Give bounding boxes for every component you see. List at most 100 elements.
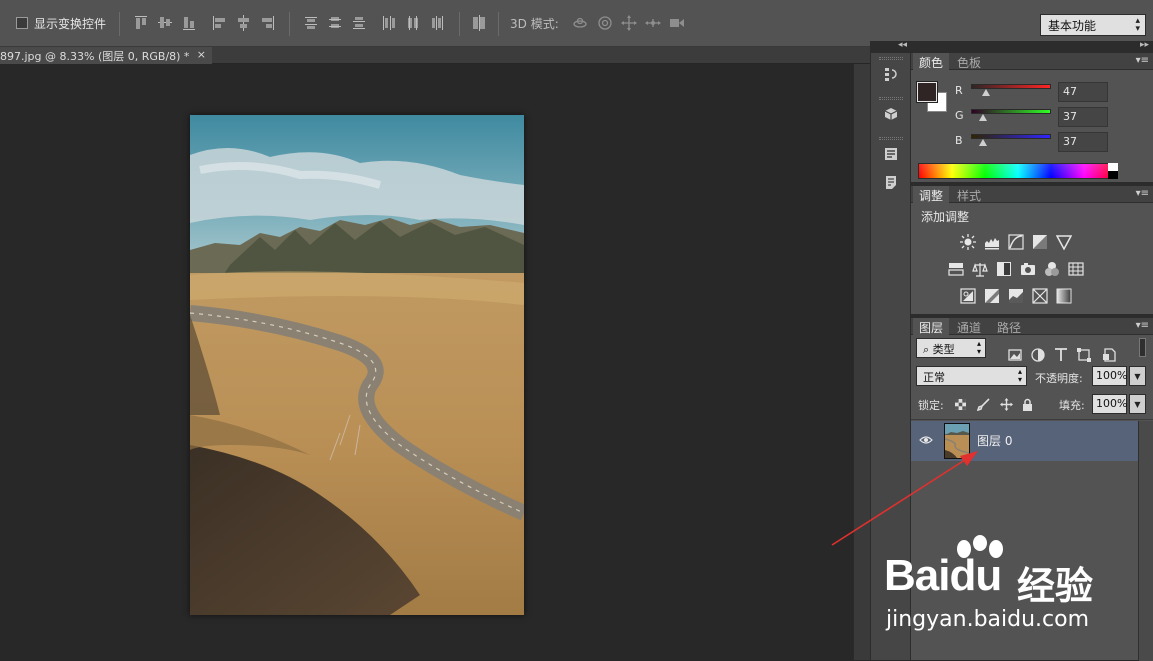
selective-color-icon[interactable] [1031,287,1049,305]
exposure-icon[interactable] [1031,233,1049,251]
black-white-swatch[interactable] [1108,163,1118,179]
close-tab-icon[interactable]: × [197,48,206,61]
collapse-panels-icon[interactable]: ◂◂ [898,40,907,50]
distribute-top-edges-icon[interactable] [303,14,319,32]
notes-icon[interactable] [875,168,907,196]
distribute-bottom-edges-icon[interactable] [351,14,367,32]
tab-layers[interactable]: 图层 [913,318,950,335]
separator [289,12,290,36]
curves-icon[interactable] [1007,233,1025,251]
distribute-right-edges-icon[interactable] [429,14,445,32]
tab-channels[interactable]: 通道 [951,318,987,335]
tab-color[interactable]: 颜色 [913,53,950,70]
invert-icon[interactable] [959,287,977,305]
distribute-horizontal-centers-icon[interactable] [405,14,421,32]
fill-label: 填充: [1059,399,1085,412]
opacity-dropdown-arrow-icon[interactable]: ▼ [1129,366,1146,386]
align-top-edges-icon[interactable] [133,14,149,32]
opacity-field[interactable]: 100% [1092,366,1127,386]
color-spectrum-ramp[interactable] [918,163,1118,179]
lock-image-pixels-icon[interactable] [976,398,990,412]
red-slider-thumb[interactable] [981,89,990,96]
3d-scale-video-icon[interactable] [669,14,685,32]
3d-roll-icon[interactable] [597,14,613,32]
black-white-icon[interactable] [995,260,1013,278]
align-right-edges-icon[interactable] [259,14,275,32]
blue-slider-thumb[interactable] [978,139,987,146]
foreground-color-swatch[interactable] [917,82,937,102]
canvas-vertical-scrollbar[interactable] [853,64,870,660]
color-panel-menu-icon[interactable]: ▾≡ [1136,55,1149,66]
adjustments-panel-menu-icon[interactable]: ▾≡ [1136,188,1149,199]
options-bar: 显示变换控件 3D 模式: 基本功能 ▴ ▾ [0,0,1153,47]
auto-align-layers-icon[interactable] [471,14,487,32]
type-layer-filter-icon[interactable] [1053,347,1069,363]
color-lookup-icon[interactable] [1067,260,1085,278]
tab-adjustments[interactable]: 调整 [913,186,950,203]
pixel-layer-filter-icon[interactable] [1007,347,1023,363]
align-vertical-centers-icon[interactable] [157,14,173,32]
opacity-label: 不透明度: [1035,372,1083,385]
distribute-vertical-centers-icon[interactable] [327,14,343,32]
align-left-edges-icon[interactable] [211,14,227,32]
fill-field[interactable]: 100% [1092,394,1127,414]
blue-value-field[interactable]: 37 [1058,132,1108,152]
align-bottom-edges-icon[interactable] [181,14,197,32]
adjustments-panel-tabs: 调整 样式 ▾≡ [911,186,1153,203]
properties-icon[interactable] [875,140,907,168]
color-balance-icon[interactable] [971,260,989,278]
lock-label: 锁定: [918,399,944,412]
vibrance-icon[interactable] [1055,233,1073,251]
layer-thumbnail[interactable] [944,423,970,459]
shape-layer-filter-icon[interactable] [1076,347,1092,363]
separator [498,12,499,36]
visibility-eye-icon[interactable] [919,434,933,446]
brightness-contrast-icon[interactable] [959,233,977,251]
3d-slide-icon[interactable] [645,14,661,32]
posterize-icon[interactable] [983,287,1001,305]
lock-position-icon[interactable] [1000,398,1013,411]
blue-label: B [955,134,963,147]
lock-transparent-pixels-icon[interactable] [954,398,967,411]
layers-panel-menu-icon[interactable]: ▾≡ [1136,320,1149,331]
channel-mixer-icon[interactable] [1043,260,1061,278]
levels-icon[interactable] [983,233,1001,251]
align-horizontal-centers-icon[interactable] [235,14,251,32]
red-label: R [955,84,963,97]
threshold-icon[interactable] [1007,287,1025,305]
fill-dropdown-arrow-icon[interactable]: ▼ [1129,394,1146,414]
lock-all-icon[interactable] [1021,398,1034,411]
layers-scrollbar[interactable] [1138,421,1153,661]
distribute-left-edges-icon[interactable] [381,14,397,32]
document-image[interactable] [190,115,524,615]
expand-panels-icon[interactable]: ▸▸ [1140,40,1149,50]
show-transform-controls-checkbox[interactable] [16,17,28,29]
adjustment-layer-filter-icon[interactable] [1030,347,1046,363]
red-value-field[interactable]: 47 [1058,82,1108,102]
filter-toggle-switch[interactable] [1139,338,1146,357]
green-slider-thumb[interactable] [978,114,987,121]
smart-object-filter-icon[interactable] [1101,347,1117,363]
history-icon[interactable] [875,60,907,88]
3d-pan-icon[interactable] [621,14,637,32]
panel-dock-header[interactable]: ▸▸ [911,40,1153,53]
layer-row[interactable]: 图层 0 [911,421,1138,461]
strip-header[interactable]: ◂◂ [870,40,911,53]
document-tab[interactable]: 897.jpg @ 8.33% (图层 0, RGB/8) * × [0,47,212,64]
tab-swatches[interactable]: 色板 [951,53,987,70]
layer-name[interactable]: 图层 0 [977,432,1012,449]
color-panel-tabs: 颜色 色板 ▾≡ [911,53,1153,70]
tab-paths[interactable]: 路径 [991,318,1027,335]
hue-saturation-icon[interactable] [947,260,965,278]
3d-rotate-icon[interactable] [572,14,588,32]
green-value-field[interactable]: 37 [1058,107,1108,127]
layer-filter-kind-dropdown[interactable]: ⌕ 类型 ▴ ▾ [916,338,986,358]
adjustments-row-2 [947,260,1091,278]
workspace-dropdown[interactable]: 基本功能 ▴ ▾ [1040,14,1146,36]
layer-list: 图层 0 [911,419,1153,661]
tab-styles[interactable]: 样式 [951,186,987,203]
3d-cube-icon[interactable] [875,100,907,128]
photo-filter-icon[interactable] [1019,260,1037,278]
blend-mode-dropdown[interactable]: 正常 ▴ ▾ [916,366,1027,386]
gradient-map-icon[interactable] [1055,287,1073,305]
